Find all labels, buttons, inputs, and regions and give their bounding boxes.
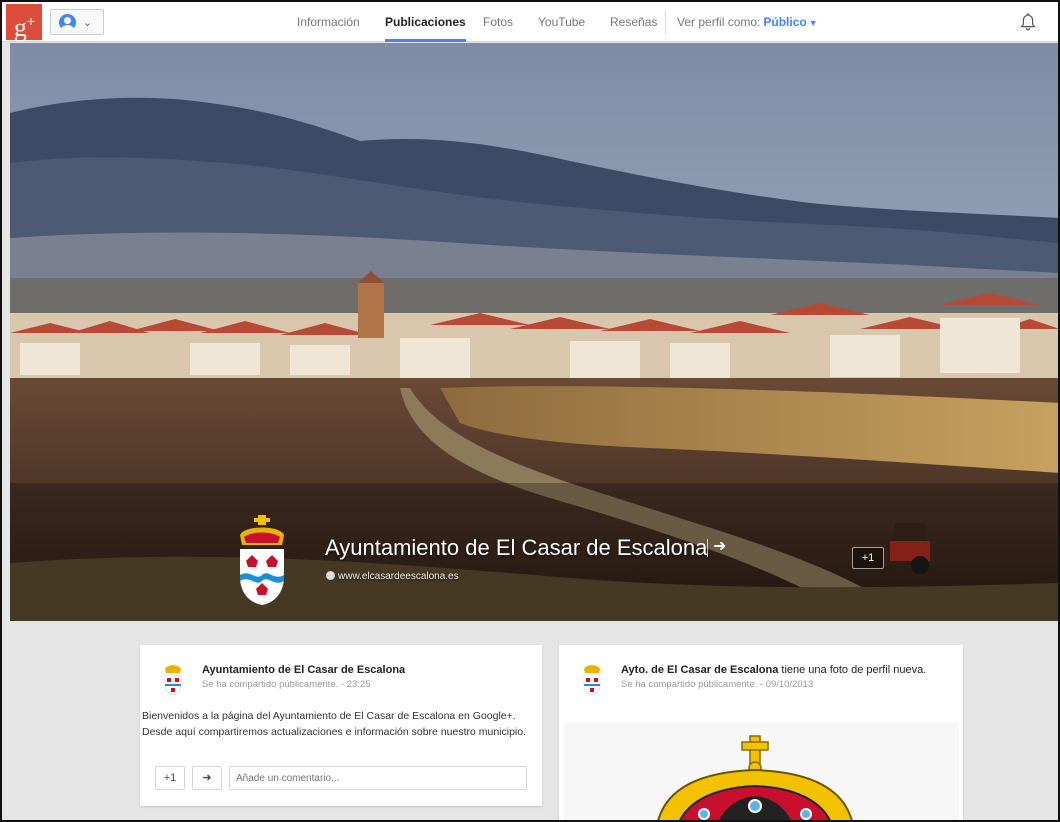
profile-tabs: Información Publicaciones Fotos YouTube … (2, 2, 1058, 42)
cover-photo[interactable]: Ayuntamiento de El Casar de Escalona ➜ w… (10, 43, 1058, 621)
author-avatar[interactable] (162, 661, 184, 695)
view-as-value[interactable]: Público (763, 15, 806, 29)
view-as-label: Ver perfil como: (677, 15, 761, 29)
plus-one-button[interactable]: +1 (852, 547, 884, 569)
top-bar: g+ ⌄ Información Publicaciones Fotos You… (2, 2, 1058, 42)
tab-resenas[interactable]: Reseñas (610, 2, 657, 42)
nav-divider (665, 10, 666, 34)
plus-one-post-button[interactable]: +1 (155, 766, 185, 790)
tab-youtube[interactable]: YouTube (538, 2, 585, 42)
author-avatar[interactable] (581, 661, 603, 695)
post-text-line: Bienvenidos a la página del Ayuntamiento… (142, 710, 516, 722)
browser-frame: g+ ⌄ Información Publicaciones Fotos You… (0, 0, 1060, 822)
post-photo[interactable] (564, 722, 959, 820)
post-meta: Se ha compartido públicamente. - 09/10/2… (621, 679, 814, 690)
comment-input[interactable] (229, 766, 527, 790)
post-author[interactable]: Ayto. de El Casar de Escalona tiene una … (621, 664, 926, 676)
post-text-line: Desde aquí compartiremos actualizaciones… (142, 726, 527, 738)
title-divider (707, 539, 708, 557)
globe-icon (326, 571, 335, 580)
share-post-button[interactable]: ➜ (192, 766, 222, 790)
coat-of-arms-image (657, 735, 853, 820)
website-url: www.elcasardeescalona.es (338, 571, 459, 582)
post-meta: Se ha compartido públicamente. - 23:25 (202, 679, 371, 690)
coat-of-arms-logo[interactable] (234, 515, 290, 607)
view-profile-as[interactable]: Ver perfil como: Público ▼ (677, 2, 818, 42)
view-as-chevron-icon: ▼ (808, 18, 818, 28)
post-card: Ayuntamiento de El Casar de Escalona Se … (140, 645, 542, 806)
tab-informacion[interactable]: Información (297, 2, 360, 42)
post-body: Bienvenidos a la página del Ayuntamiento… (142, 708, 538, 740)
post-card: Ayto. de El Casar de Escalona tiene una … (559, 645, 963, 820)
post-action-text: tiene una foto de perfil nueva. (778, 664, 927, 676)
share-icon[interactable]: ➜ (713, 536, 726, 556)
tab-publicaciones[interactable]: Publicaciones (385, 2, 466, 42)
share-arrow-icon: ➜ (202, 772, 212, 784)
post-author[interactable]: Ayuntamiento de El Casar de Escalona (202, 664, 405, 676)
page-title: Ayuntamiento de El Casar de Escalona (325, 535, 708, 560)
tab-fotos[interactable]: Fotos (483, 2, 513, 42)
website-link[interactable]: www.elcasardeescalona.es (326, 571, 459, 582)
bell-icon[interactable] (1020, 13, 1036, 31)
